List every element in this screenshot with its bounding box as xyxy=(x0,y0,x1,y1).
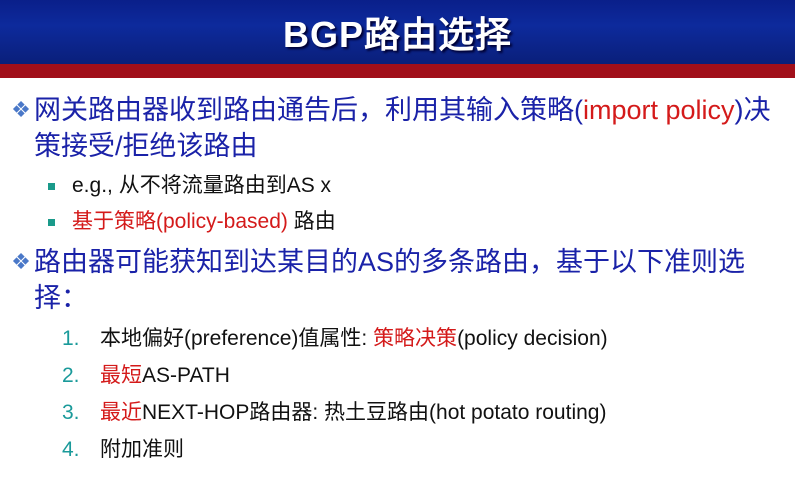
criteria-item: 4. 附加准则 xyxy=(62,431,788,468)
square-bullet-icon xyxy=(48,218,72,226)
item-number: 3. xyxy=(62,401,80,424)
item-text-part: AS-PATH xyxy=(142,364,230,387)
slide-content: ❖ 网关路由器收到路由通告后，利用其输入策略(import policy)决策接… xyxy=(8,92,788,468)
item-text-part: 本地偏好(preference)值属性: xyxy=(100,327,374,350)
item-text: 最近NEXT-HOP路由器: 热土豆路由(hot potato routing) xyxy=(100,394,606,431)
sub-bullet-example: e.g., 从不将流量路由到AS x xyxy=(48,168,788,204)
bullet-route-selection: ❖ 路由器可能获知到达某目的AS的多条路由，基于以下准则选择： xyxy=(8,244,788,316)
item-number: 4. xyxy=(62,438,80,461)
item-text-part: (policy decision) xyxy=(457,327,608,350)
slide-title: BGP路由选择 xyxy=(282,14,512,55)
item-text: 最短AS-PATH xyxy=(100,357,230,394)
square-bullet-icon xyxy=(48,182,72,190)
sub-bullet-text: e.g., 从不将流量路由到AS x xyxy=(72,174,332,197)
item-highlight: 策略决策 xyxy=(373,327,458,350)
item-text-part: NEXT-HOP路由器: 热土豆路由(hot potato routing) xyxy=(142,401,607,424)
sub-bullet-list: e.g., 从不将流量路由到AS x 基于策略(policy-based) 路由 xyxy=(48,168,788,240)
sub-bullet-policy-based: 基于策略(policy-based) 路由 xyxy=(48,204,788,240)
item-highlight: 最短 xyxy=(100,364,142,387)
diamond-bullet-icon: ❖ xyxy=(11,249,31,274)
item-number: 2. xyxy=(62,364,80,387)
import-policy-term: import policy xyxy=(583,95,735,125)
title-divider xyxy=(0,64,795,78)
bullet-import-policy: ❖ 网关路由器收到路由通告后，利用其输入策略(import policy)决策接… xyxy=(8,92,788,164)
item-text: 本地偏好(preference)值属性: 策略决策(policy decisio… xyxy=(100,320,608,357)
policy-based-term: 基于策略(policy-based) xyxy=(72,210,288,233)
bullet-text: 路由器可能获知到达某目的AS的多条路由，基于以下准则选择： xyxy=(34,247,746,313)
criteria-item: 1. 本地偏好(preference)值属性: 策略决策(policy deci… xyxy=(62,320,788,357)
item-highlight: 最近 xyxy=(100,401,142,424)
bullet-text-part: 网关路由器收到路由通告后，利用其输入策略( xyxy=(34,95,583,125)
criteria-list: 1. 本地偏好(preference)值属性: 策略决策(policy deci… xyxy=(62,320,788,468)
sub-bullet-text-part: 路由 xyxy=(287,210,336,233)
item-number: 1. xyxy=(62,327,80,350)
bullet-text: 网关路由器收到路由通告后，利用其输入策略(import policy)决策接受/… xyxy=(34,92,788,164)
item-text: 附加准则 xyxy=(100,438,184,461)
sub-bullet-text: 基于策略(policy-based) 路由 xyxy=(72,204,336,240)
criteria-item: 2. 最短AS-PATH xyxy=(62,357,788,394)
diamond-bullet-icon: ❖ xyxy=(11,97,31,122)
criteria-item: 3. 最近NEXT-HOP路由器: 热土豆路由(hot potato routi… xyxy=(62,394,788,431)
title-bar: BGP路由选择 xyxy=(0,0,795,64)
